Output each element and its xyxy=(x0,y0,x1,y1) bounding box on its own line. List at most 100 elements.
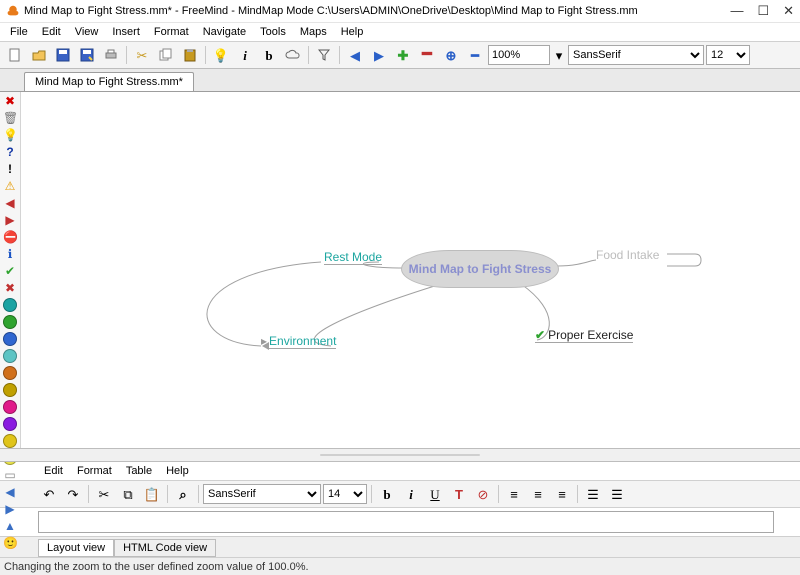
palette-ball4[interactable] xyxy=(3,349,17,363)
check-icon: ✔ xyxy=(535,328,545,342)
nav-fwd-button[interactable]: ▶ xyxy=(368,44,390,66)
palette-right[interactable]: ▶ xyxy=(3,502,17,516)
node-rest-mode[interactable]: Rest Mode xyxy=(324,250,382,265)
redo-button[interactable]: ↷ xyxy=(62,483,84,505)
bold-button[interactable]: b xyxy=(258,44,280,66)
menu-insert[interactable]: Insert xyxy=(106,25,146,39)
document-tab[interactable]: Mind Map to Fight Stress.mm* xyxy=(24,72,194,91)
fontcolor-button[interactable]: T xyxy=(448,483,470,505)
align-left-button[interactable]: ≡ xyxy=(503,483,525,505)
add-sibling-button[interactable]: ⊕ xyxy=(440,44,462,66)
palette-down[interactable]: 🙂 xyxy=(3,536,17,550)
palette-bulb[interactable]: 💡 xyxy=(3,128,17,142)
align-right-button[interactable]: ≡ xyxy=(551,483,573,505)
zoom-input[interactable] xyxy=(488,45,550,65)
statusbar: Changing the zoom to the user defined zo… xyxy=(0,557,800,575)
paste2-button[interactable]: 📋 xyxy=(141,483,163,505)
bold2-button[interactable]: b xyxy=(376,483,398,505)
split-handle[interactable] xyxy=(0,448,800,462)
add-node-button[interactable]: ✚ xyxy=(392,44,414,66)
node-proper-exercise[interactable]: ✔Proper Exercise xyxy=(535,328,633,343)
remove-node-button[interactable]: ━ xyxy=(416,44,438,66)
palette-exclaim[interactable]: ! xyxy=(3,162,17,176)
copy-button[interactable] xyxy=(155,44,177,66)
palette-ball5[interactable] xyxy=(3,366,17,380)
menu-navigate[interactable]: Navigate xyxy=(197,25,252,39)
palette-ball3[interactable] xyxy=(3,332,17,346)
cloud-button[interactable] xyxy=(282,44,304,66)
palette-info[interactable]: ℹ xyxy=(3,247,17,261)
undo-button[interactable]: ↶ xyxy=(38,483,60,505)
paste-button[interactable] xyxy=(179,44,201,66)
menubar: File Edit View Insert Format Navigate To… xyxy=(0,23,800,42)
palette-no[interactable]: ✖ xyxy=(3,281,17,295)
underline-button[interactable]: U xyxy=(424,483,446,505)
palette-back-red[interactable]: ◀ xyxy=(3,196,17,210)
menu-file[interactable]: File xyxy=(4,25,34,39)
editor-view-tabs: Layout view HTML Code view xyxy=(0,536,800,557)
save-button[interactable] xyxy=(52,44,74,66)
italic2-button[interactable]: i xyxy=(400,483,422,505)
italic-button[interactable]: i xyxy=(234,44,256,66)
palette-ball7[interactable] xyxy=(3,400,17,414)
font-size-select[interactable]: 12 xyxy=(706,45,750,65)
remove-sibling-button[interactable]: ━ xyxy=(464,44,486,66)
tab-html-view[interactable]: HTML Code view xyxy=(114,539,216,557)
copy2-button[interactable]: ⧉ xyxy=(117,483,139,505)
palette-warn[interactable]: ⚠ xyxy=(3,179,17,193)
node-food-intake[interactable]: Food Intake xyxy=(596,248,659,262)
find-button[interactable]: ⌕ xyxy=(172,483,194,505)
clearformat-button[interactable]: ⊘ xyxy=(472,483,494,505)
cut-button[interactable]: ✂ xyxy=(131,44,153,66)
print-button[interactable] xyxy=(100,44,122,66)
menu-tools[interactable]: Tools xyxy=(254,25,292,39)
cut2-button[interactable]: ✂ xyxy=(93,483,115,505)
save-as-button[interactable] xyxy=(76,44,98,66)
list-unordered-button[interactable]: ☰ xyxy=(606,483,628,505)
palette-trash[interactable]: 🗑 xyxy=(3,111,17,125)
editor-input[interactable] xyxy=(38,511,774,533)
list-ordered-button[interactable]: ☰ xyxy=(582,483,604,505)
menu-edit[interactable]: Edit xyxy=(36,25,67,39)
palette-left[interactable]: ◀ xyxy=(3,485,17,499)
menu-maps[interactable]: Maps xyxy=(294,25,333,39)
zoom-dropdown-icon[interactable]: ▾ xyxy=(552,44,566,66)
editor-menu-help[interactable]: Help xyxy=(160,464,195,478)
palette-ball6[interactable] xyxy=(3,383,17,397)
close-button[interactable]: ✕ xyxy=(783,3,794,19)
palette-help[interactable]: ? xyxy=(3,145,17,159)
new-button[interactable] xyxy=(4,44,26,66)
icon-palette: ✖🗑💡?!⚠◀▶⛔ℹ✔✖▭◀▶▲🙂 xyxy=(0,92,21,448)
palette-stop[interactable]: ⛔ xyxy=(3,230,17,244)
canvas[interactable]: Mind Map to Fight Stress Rest Mode ▸Envi… xyxy=(21,92,800,448)
minimize-button[interactable]: — xyxy=(730,3,743,19)
palette-ball2[interactable] xyxy=(3,315,17,329)
align-center-button[interactable]: ≡ xyxy=(527,483,549,505)
center-node[interactable]: Mind Map to Fight Stress xyxy=(401,250,559,288)
nav-back-button[interactable]: ◀ xyxy=(344,44,366,66)
palette-doc[interactable]: ▭ xyxy=(3,468,17,482)
node-environment[interactable]: ▸Environment xyxy=(261,334,336,348)
palette-delete-x[interactable]: ✖ xyxy=(3,94,17,108)
palette-ball9[interactable] xyxy=(3,434,17,448)
editor-menu-edit[interactable]: Edit xyxy=(38,464,69,478)
editor-font-size[interactable]: 14 xyxy=(323,484,367,504)
palette-up[interactable]: ▲ xyxy=(3,519,17,533)
idea-button[interactable]: 💡 xyxy=(210,44,232,66)
menu-view[interactable]: View xyxy=(69,25,105,39)
menu-help[interactable]: Help xyxy=(335,25,370,39)
menu-format[interactable]: Format xyxy=(148,25,195,39)
palette-ok[interactable]: ✔ xyxy=(3,264,17,278)
maximize-button[interactable]: ☐ xyxy=(757,3,769,19)
tab-layout-view[interactable]: Layout view xyxy=(38,539,114,557)
palette-fwd-red[interactable]: ▶ xyxy=(3,213,17,227)
palette-ball1[interactable] xyxy=(3,298,17,312)
editor-menu-table[interactable]: Table xyxy=(120,464,158,478)
palette-ball8[interactable] xyxy=(3,417,17,431)
editor-menu-format[interactable]: Format xyxy=(71,464,118,478)
font-family-select[interactable]: SansSerif xyxy=(568,45,704,65)
main-toolbar: ✂ 💡 i b ◀ ▶ ✚ ━ ⊕ ━ ▾ SansSerif 12 xyxy=(0,42,800,69)
filter-button[interactable] xyxy=(313,44,335,66)
open-button[interactable] xyxy=(28,44,50,66)
editor-font-family[interactable]: SansSerif xyxy=(203,484,321,504)
